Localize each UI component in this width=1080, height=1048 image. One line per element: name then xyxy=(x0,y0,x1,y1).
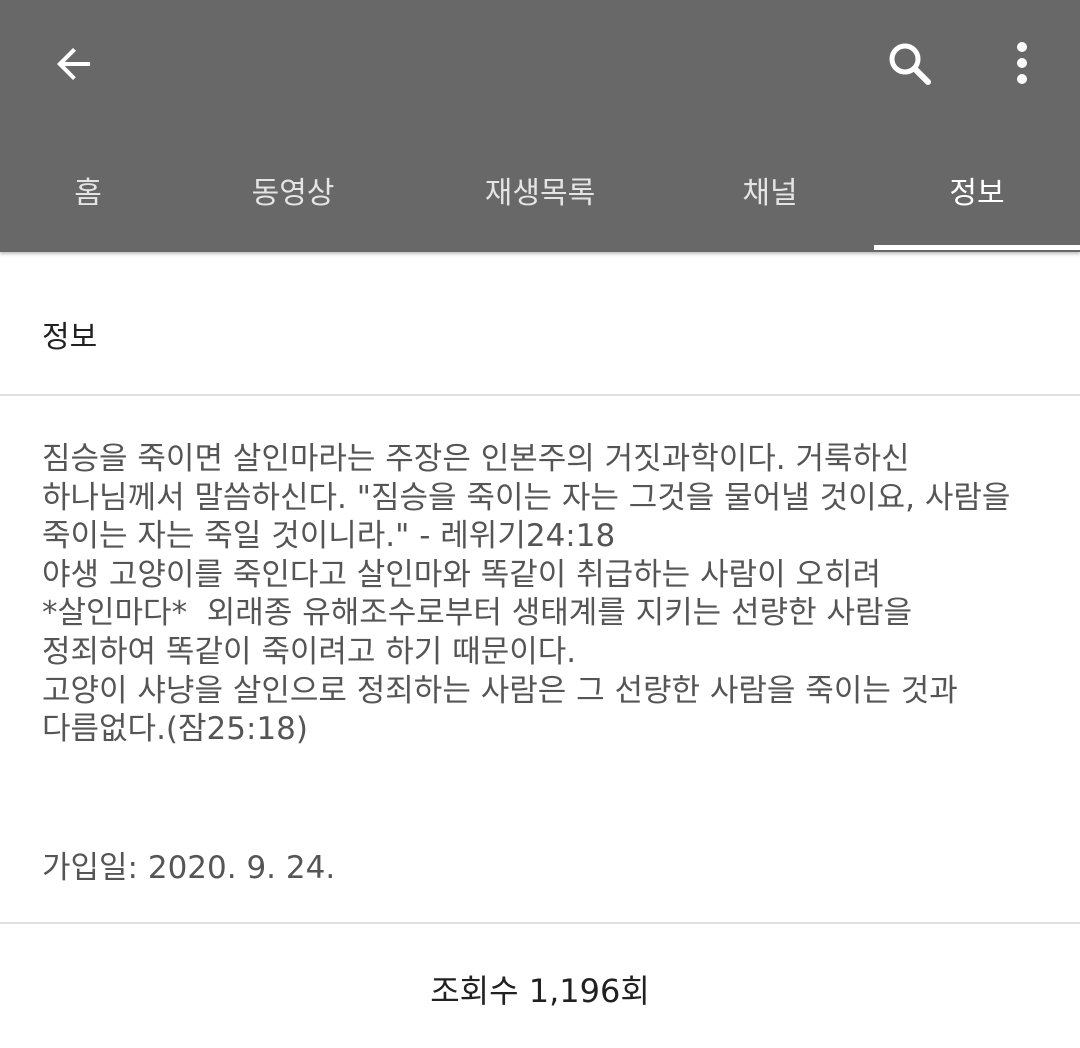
arrow-left-icon xyxy=(57,48,90,80)
description-line: 고양이 샤냥을 살인으로 정죄하는 사람은 그 선량한 사람을 죽이는 것과 xyxy=(42,672,958,709)
description-line: 짐승을 죽이면 살인마라는 주장은 인본주의 거짓과학이다. 거룩하신 xyxy=(42,441,910,477)
view-count: 조회수 1,196회 xyxy=(430,972,650,1010)
more-options-button[interactable] xyxy=(978,20,1066,108)
tab-bar: 홈 동영상 재생목록 채널 정보 xyxy=(0,128,1080,252)
description-line: 하나님께서 말씀하신다. "짐승을 죽이는 자는 그것을 물어낼 것이요, 사람… xyxy=(42,479,1011,516)
tab-playlists[interactable]: 재생목록 xyxy=(458,128,622,252)
channel-description: 짐승을 죽이면 살인마라는 주장은 인본주의 거짓과학이다. 거룩하신 하나님께… xyxy=(42,440,1052,749)
description-line: 야생 고양이를 죽인다고 살인마와 똑같이 취급하는 사람이 오히려 xyxy=(42,556,882,593)
back-button[interactable] xyxy=(30,20,118,108)
description-line: 다름없다.(잠25:18) xyxy=(42,711,308,748)
divider xyxy=(0,394,1080,396)
description-line: 죽이는 자는 죽일 것이니라." - 레위기24:18 xyxy=(42,518,616,555)
search-icon xyxy=(889,43,931,85)
tab-videos[interactable]: 동영상 xyxy=(218,128,368,252)
description-line: *살인마다* 외래종 유해조수로부터 생태계를 지키는 선량한 사람을 xyxy=(42,595,913,632)
toolbar xyxy=(0,0,1080,128)
tab-channels[interactable]: 채널 xyxy=(712,128,828,252)
active-tab-indicator xyxy=(874,245,1080,250)
tab-home[interactable]: 홈 xyxy=(38,128,138,252)
description-line: 정죄하여 똑같이 죽이려고 하기 때문이다. xyxy=(42,633,577,670)
tab-about[interactable]: 정보 xyxy=(874,128,1080,252)
section-title: 정보 xyxy=(42,320,98,355)
divider xyxy=(0,922,1080,924)
more-vert-icon xyxy=(1017,42,1027,84)
search-button[interactable] xyxy=(866,20,954,108)
joined-date: 가입일: 2020. 9. 24. xyxy=(42,850,336,886)
app-bar: 홈 동영상 재생목록 채널 정보 xyxy=(0,0,1080,252)
